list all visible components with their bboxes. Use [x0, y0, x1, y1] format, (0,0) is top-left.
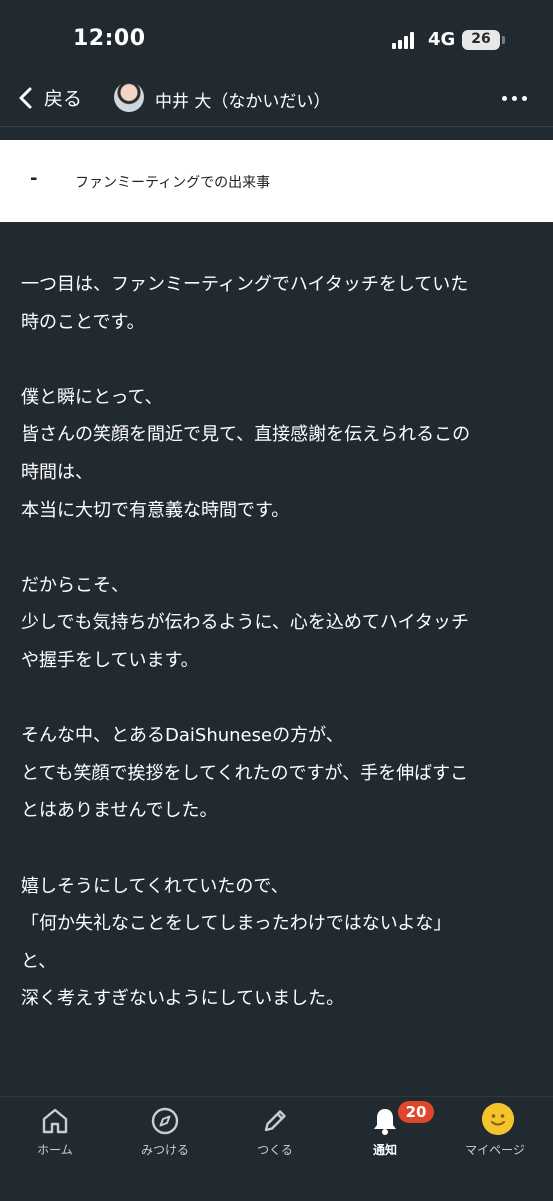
pencil-icon [264, 1110, 286, 1132]
notification-badge: 20 [398, 1101, 434, 1123]
text-line: 本当に大切で有意義な時間です。 [21, 499, 290, 521]
tab-home-label: ホーム [37, 1143, 73, 1157]
text-line: とはありませんでした。 [21, 800, 218, 822]
text-line: 僕と瞬にとって、 [21, 386, 163, 408]
text-line: 皆さんの笑顔を間近で見て、直接感謝を伝えられるこの [21, 424, 471, 446]
text-line: 嬉しそうにしてくれていたので、 [21, 875, 289, 897]
section-heading: - ファンミーティングでの出来事 [0, 140, 553, 222]
text-line: そんな中、とあるDaiShuneseの方が、 [21, 725, 344, 747]
tab-discover-label: みつける [140, 1143, 189, 1157]
bell-icon [374, 1109, 396, 1135]
text-line: 深く考えすぎないようにしていました。 [21, 988, 345, 1010]
paragraph: だからこそ、 少しでも気持ちが伝わるように、心を込めてハイタッチ や握手をしてい… [21, 567, 533, 680]
text-line: や握手をしています。 [21, 649, 199, 671]
status-time: 12:00 [73, 26, 146, 51]
battery-level: 26 [471, 31, 491, 47]
paragraph: 嬉しそうにしてくれていたので、 「何か失礼なことをしてしまったわけではないよな」… [21, 868, 533, 1018]
section-title: ファンミーティングでの出来事 [75, 175, 271, 191]
battery-tip [502, 36, 505, 44]
article-body: 一つ目は、ファンミーティングでハイタッチをしていた 時のことです。 僕と瞬にとっ… [21, 266, 533, 1055]
section-dash: - [30, 168, 38, 189]
text-line: 一つ目は、ファンミーティングでハイタッチをしていた [21, 274, 469, 295]
text-line: 少しでも気持ちが伝わるように、心を込めてハイタッチ [21, 612, 469, 634]
more-icon[interactable] [502, 94, 528, 102]
text-line: 時間は、 [21, 461, 93, 483]
text-line: 「何か失礼なことをしてしまったわけではないよな」 [21, 913, 452, 935]
text-line: と、 [21, 950, 57, 972]
smiley-avatar-icon[interactable] [482, 1103, 514, 1135]
back-button[interactable]: 戻る [14, 84, 82, 111]
paragraph: そんな中、とあるDaiShuneseの方が、 とても笑顔で挨拶をしてくれたのです… [21, 717, 533, 830]
author-name[interactable]: 中井 大（なかいだい） [155, 87, 330, 112]
paragraph: 一つ目は、ファンミーティングでハイタッチをしていた 時のことです。 [21, 266, 533, 341]
network-type: 4G [428, 29, 456, 50]
home-icon [42, 1108, 68, 1134]
nav-header: 戻る 中井 大（なかいだい） [0, 70, 553, 127]
battery-icon: 26 [462, 30, 500, 50]
text-line: 時のことです。 [21, 311, 145, 333]
tab-create-label: つくる [257, 1143, 293, 1157]
tab-bar: ホーム みつける つくる 通知 マイページ 20 [0, 1096, 553, 1201]
signal-icon [392, 31, 418, 49]
avatar[interactable] [114, 82, 144, 112]
chevron-left-icon [19, 87, 32, 108]
back-label: 戻る [44, 88, 83, 110]
tab-mypage-label: マイページ [465, 1143, 525, 1157]
status-bar: 12:00 4G 26 [0, 0, 553, 80]
tab-notifications-label: 通知 [372, 1143, 397, 1157]
text-line: とても笑顔で挨拶をしてくれたのですが、手を伸ばすこ [21, 762, 469, 784]
paragraph: 僕と瞬にとって、 皆さんの笑顔を間近で見て、直接感謝を伝えられるこの 時間は、 … [21, 379, 533, 529]
compass-icon [151, 1107, 179, 1135]
text-line: だからこそ、 [21, 574, 129, 596]
